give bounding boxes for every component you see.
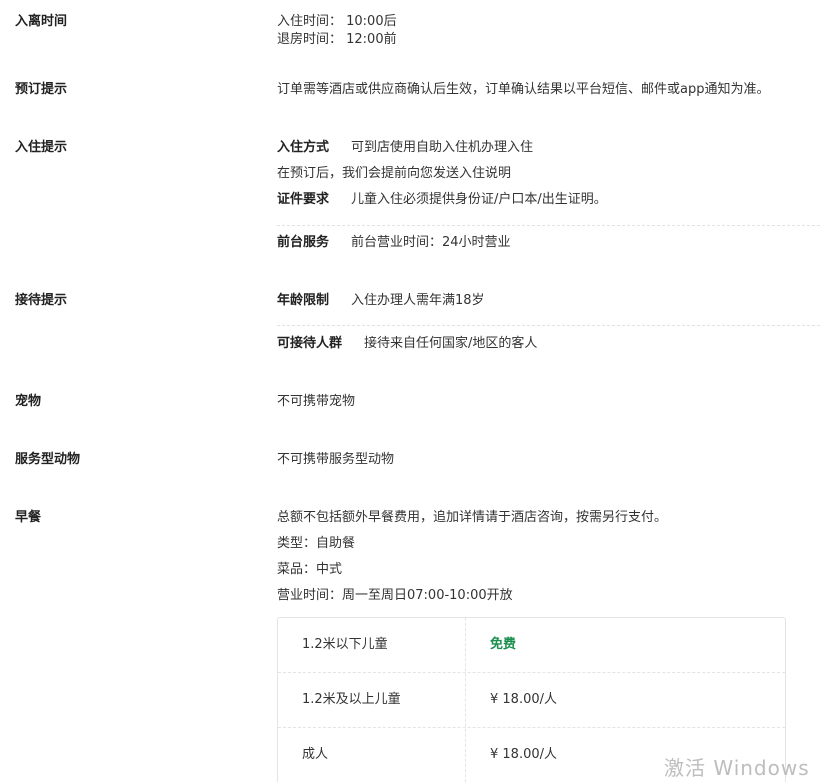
divider — [277, 225, 820, 226]
checkin-time: 入住时间： 10:00后 — [277, 14, 397, 29]
front-desk-row: 前台服务 前台营业时间：24小时营业 — [277, 234, 511, 252]
price-category: 1.2米及以上儿童 — [302, 692, 401, 707]
breakfast-note: 总额不包括额外早餐费用，追加详情请于酒店咨询，按需另行支付。 — [277, 510, 668, 525]
checkin-method-value: 可到店使用自助入住机办理入住 — [351, 140, 534, 155]
price-category: 成人 — [302, 747, 329, 762]
checkin-method-key: 入住方式 — [277, 140, 330, 155]
age-limit-row: 年龄限制 入住办理人需年满18岁 — [277, 292, 485, 310]
checkout-time: 退房时间： 12:00前 — [277, 32, 397, 47]
breakfast-cuisine: 菜品：中式 — [277, 562, 343, 577]
pets-content: 不可携带宠物 — [277, 393, 820, 411]
checkin-method-row: 入住方式 可到店使用自助入住机办理入住 — [277, 139, 533, 157]
checkin-tip-label: 入住提示 — [15, 140, 68, 155]
price-free: 免费 — [490, 637, 517, 652]
divider — [277, 325, 820, 326]
checkin-checkout-label: 入离时间 — [15, 14, 68, 29]
id-requirement-row: 证件要求 儿童入住必须提供身份证/户口本/出生证明。 — [277, 191, 607, 209]
front-desk-value: 前台营业时间：24小时营业 — [351, 235, 511, 250]
price-value: ¥ 18.00/人 — [490, 747, 557, 762]
breakfast-label: 早餐 — [15, 510, 42, 525]
reception-tip-label: 接待提示 — [15, 293, 68, 308]
breakfast-hours: 营业时间：周一至周日07:00-10:00开放 — [277, 588, 513, 603]
age-limit-key: 年龄限制 — [277, 293, 330, 308]
age-limit-value: 入住办理人需年满18岁 — [351, 293, 485, 308]
front-desk-key: 前台服务 — [277, 235, 330, 250]
service-animals-content: 不可携带服务型动物 — [277, 451, 820, 469]
service-animals-text: 不可携带服务型动物 — [277, 452, 395, 467]
id-requirement-key: 证件要求 — [277, 192, 330, 207]
table-row: 1.2米及以上儿童 ¥ 18.00/人 — [278, 673, 785, 728]
breakfast-type: 类型：自助餐 — [277, 536, 356, 551]
id-requirement-value: 儿童入住必须提供身份证/户口本/出生证明。 — [351, 192, 607, 207]
accepted-guests-key: 可接待人群 — [277, 336, 343, 351]
accepted-guests-row: 可接待人群 接待来自任何国家/地区的客人 — [277, 335, 537, 353]
checkin-checkout-content: 入住时间： 10:00后 退房时间： 12:00前 — [277, 13, 820, 49]
pets-text: 不可携带宠物 — [277, 394, 356, 409]
booking-tip-content: 订单需等酒店或供应商确认后生效，订单确认结果以平台短信、邮件或app通知为准。 — [277, 81, 820, 99]
booking-tip-text: 订单需等酒店或供应商确认后生效，订单确认结果以平台短信、邮件或app通知为准。 — [277, 82, 770, 97]
table-row: 1.2米以下儿童 免费 — [278, 618, 785, 673]
price-value: ¥ 18.00/人 — [490, 692, 557, 707]
price-category: 1.2米以下儿童 — [302, 637, 388, 652]
service-animals-label: 服务型动物 — [15, 452, 81, 467]
accepted-guests-value: 接待来自任何国家/地区的客人 — [364, 336, 538, 351]
booking-tip-label: 预订提示 — [15, 82, 68, 97]
pets-label: 宠物 — [15, 394, 42, 409]
checkin-note: 在预订后，我们会提前向您发送入住说明 — [277, 166, 512, 181]
windows-activation-watermark: 激活 Windows — [664, 756, 810, 780]
